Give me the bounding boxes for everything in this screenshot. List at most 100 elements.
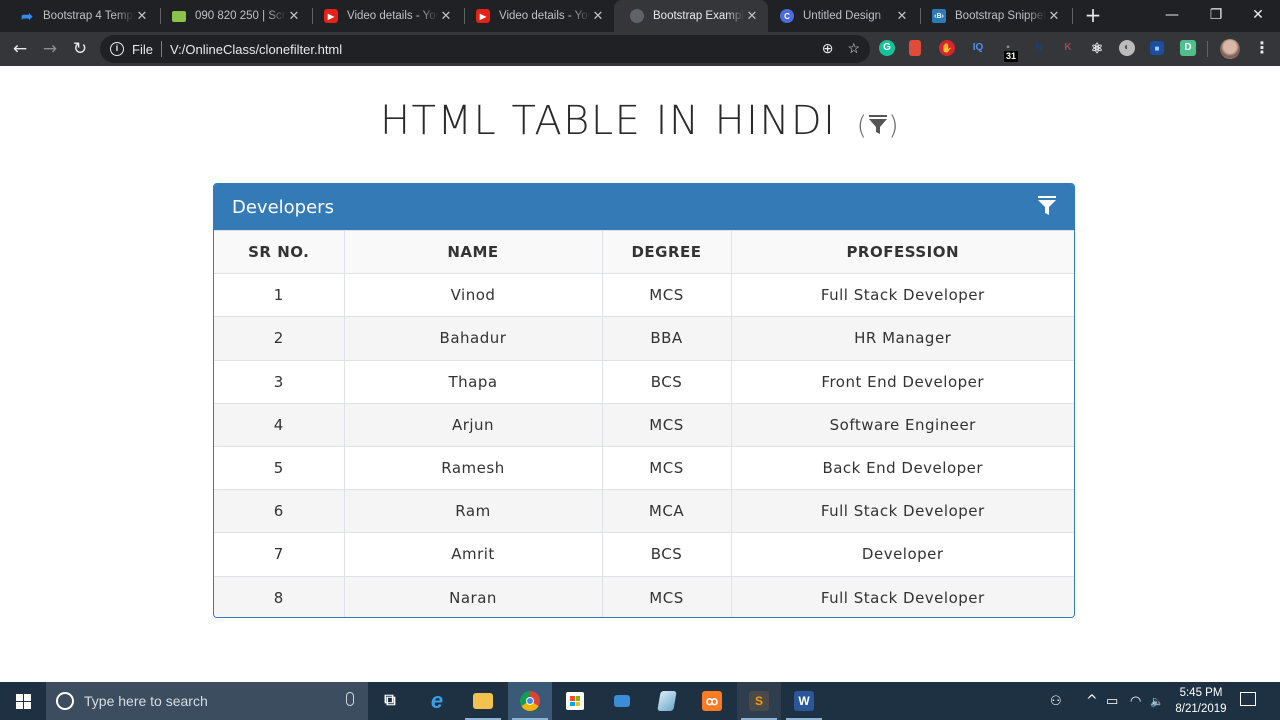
close-tab-icon[interactable]: ✕ bbox=[286, 8, 302, 24]
name-cell: Ram bbox=[343, 489, 603, 534]
minimize-button[interactable]: — bbox=[1150, 0, 1194, 30]
taskbar-edge[interactable]: e bbox=[415, 682, 459, 720]
sr-no-cell: 4 bbox=[214, 402, 345, 447]
microphone-icon[interactable] bbox=[346, 692, 354, 706]
taskbar-chrome[interactable] bbox=[508, 682, 552, 720]
tab-screen[interactable]: 090 820 250 | Screen ✕ bbox=[156, 0, 310, 32]
back-button[interactable]: ← bbox=[8, 37, 32, 61]
page-title: HTML TABLE IN HINDI bbox=[379, 98, 837, 144]
extension-badge: 31 bbox=[1004, 51, 1019, 62]
taskbar-store[interactable] bbox=[553, 682, 597, 720]
tab-bootstrap-example[interactable]: Bootstrap Example ✕ bbox=[614, 0, 768, 32]
tab-bootstrap-templates[interactable]: ➦ Bootstrap 4 Templates ✕ bbox=[4, 0, 158, 32]
zoom-icon[interactable]: ⊕ bbox=[822, 40, 834, 57]
close-window-button[interactable]: ✕ bbox=[1236, 0, 1280, 30]
tab-divider bbox=[1072, 8, 1073, 24]
column-header-sr-no[interactable]: SR NO. bbox=[214, 229, 345, 275]
close-tab-icon[interactable]: ✕ bbox=[894, 8, 910, 24]
grey-extension-icon[interactable]: ◐ bbox=[1119, 40, 1135, 56]
address-bar[interactable]: i File V:/OnlineClass/clonefilter.html ⊕… bbox=[100, 35, 870, 63]
taskbar-network-app[interactable] bbox=[600, 682, 644, 720]
sublime-text-icon: S bbox=[749, 691, 769, 711]
taskbar-notes-app[interactable] bbox=[645, 682, 689, 720]
info-icon[interactable]: i bbox=[110, 42, 124, 56]
name-cell: Bahadur bbox=[343, 316, 603, 361]
close-tab-icon[interactable]: ✕ bbox=[1046, 8, 1062, 24]
degree-cell: MCS bbox=[601, 273, 732, 318]
new-tab-button[interactable]: + bbox=[1082, 4, 1104, 26]
clock-time: 5:45 PM bbox=[1179, 687, 1223, 699]
tab-title: Untitled Design bbox=[803, 10, 881, 22]
reload-button[interactable]: ↻ bbox=[68, 37, 92, 61]
close-tab-icon[interactable]: ✕ bbox=[134, 8, 150, 24]
bootsnipp-icon: ‹B› bbox=[932, 9, 946, 23]
task-view-button[interactable]: ⧉ bbox=[368, 682, 412, 720]
tab-youtube-1[interactable]: ▶ Video details - YouTube ✕ bbox=[308, 0, 462, 32]
card-header: Developers bbox=[214, 184, 1074, 230]
n-extension-icon[interactable]: N bbox=[1031, 40, 1047, 56]
iq-extension-icon[interactable]: IQ bbox=[968, 40, 988, 56]
taskbar-clock[interactable]: 5:45 PM 8/21/2019 bbox=[1168, 685, 1234, 717]
globe-icon bbox=[630, 9, 644, 23]
developers-card: Developers SR NO. NAME DEGREE PROFESSION… bbox=[213, 183, 1075, 618]
d-extension-icon[interactable]: D bbox=[1180, 40, 1196, 56]
wifi-icon[interactable]: ◠ bbox=[1130, 682, 1141, 720]
canva-icon: C bbox=[780, 9, 794, 23]
column-header-degree[interactable]: DEGREE bbox=[601, 229, 732, 275]
taskbar-search-box[interactable]: Type here to search bbox=[46, 682, 368, 720]
volume-icon[interactable]: 🔈 bbox=[1150, 682, 1164, 720]
cortana-icon bbox=[56, 692, 74, 710]
bookmark-star-icon[interactable]: ☆ bbox=[847, 40, 860, 57]
task-view-icon: ⧉ bbox=[384, 692, 396, 709]
clock-date: 8/21/2019 bbox=[1175, 703, 1227, 715]
profession-cell: Full Stack Developer bbox=[730, 273, 1074, 318]
profession-cell: HR Manager bbox=[730, 316, 1074, 361]
column-header-name[interactable]: NAME bbox=[343, 229, 603, 275]
k-extension-icon[interactable]: K bbox=[1060, 40, 1076, 56]
action-center-icon[interactable] bbox=[1240, 692, 1256, 706]
filter-funnel-icon[interactable] bbox=[868, 114, 888, 136]
restore-button[interactable]: ❐ bbox=[1194, 0, 1238, 30]
name-cell: Amrit bbox=[343, 532, 603, 577]
close-tab-icon[interactable]: ✕ bbox=[744, 8, 760, 24]
forward-button[interactable]: → bbox=[38, 37, 62, 61]
chrome-icon bbox=[520, 691, 540, 711]
profile-avatar[interactable] bbox=[1220, 39, 1240, 59]
adblock-extension-icon[interactable]: ✋ bbox=[939, 40, 955, 56]
column-header-profession[interactable]: PROFESSION bbox=[730, 229, 1074, 275]
search-placeholder: Type here to search bbox=[84, 693, 208, 709]
blue-extension-icon[interactable]: ■ bbox=[1150, 41, 1164, 55]
name-cell: Ramesh bbox=[343, 445, 603, 491]
taskbar-word[interactable]: W bbox=[782, 682, 826, 720]
browser-menu-icon[interactable]: ⋮ bbox=[1254, 38, 1270, 58]
tab-untitled-design[interactable]: C Untitled Design ✕ bbox=[764, 0, 918, 32]
profession-cell: Developer bbox=[730, 532, 1074, 577]
taskbar-xampp[interactable]: ꝏ bbox=[690, 682, 734, 720]
tray-chevron-icon[interactable]: ^ bbox=[1086, 682, 1098, 720]
close-tab-icon[interactable]: ✕ bbox=[438, 8, 454, 24]
bookmark-extension-icon[interactable] bbox=[909, 40, 921, 56]
taskbar-sublime[interactable]: S bbox=[737, 682, 781, 720]
tab-youtube-2[interactable]: ▶ Video details - YouTube ✕ bbox=[460, 0, 614, 32]
title-filter-toggle[interactable]: () bbox=[857, 111, 900, 141]
battery-icon[interactable]: ▭ bbox=[1106, 682, 1118, 720]
close-tab-icon[interactable]: ✕ bbox=[590, 8, 606, 24]
start-button[interactable] bbox=[0, 682, 46, 720]
profession-cell: Software Engineer bbox=[730, 402, 1074, 447]
divider bbox=[160, 41, 162, 57]
profession-cell: Full Stack Developer bbox=[730, 489, 1074, 534]
react-devtools-icon[interactable]: ⚛ bbox=[1089, 40, 1105, 56]
taskbar-file-explorer[interactable] bbox=[461, 682, 505, 720]
sr-no-cell: 7 bbox=[214, 532, 345, 577]
grammarly-extension-icon[interactable]: G bbox=[879, 40, 895, 56]
tab-bootstrap-snippet[interactable]: ‹B› Bootstrap Snippet ✕ bbox=[916, 0, 1070, 32]
filter-funnel-icon[interactable] bbox=[1038, 196, 1056, 216]
sr-no-cell: 3 bbox=[214, 359, 345, 404]
tab-title: Bootstrap Example bbox=[653, 10, 744, 22]
tab-title: Bootstrap Snippet bbox=[955, 10, 1046, 22]
page-content: HTML TABLE IN HINDI () Developers SR NO.… bbox=[0, 66, 1280, 682]
table-row: 6 Ram MCA Full Stack Developer bbox=[214, 489, 1074, 534]
url-text[interactable]: V:/OnlineClass/clonefilter.html bbox=[170, 42, 342, 57]
people-icon[interactable]: ⚇ bbox=[1050, 682, 1062, 720]
monitor-icon bbox=[172, 10, 186, 22]
